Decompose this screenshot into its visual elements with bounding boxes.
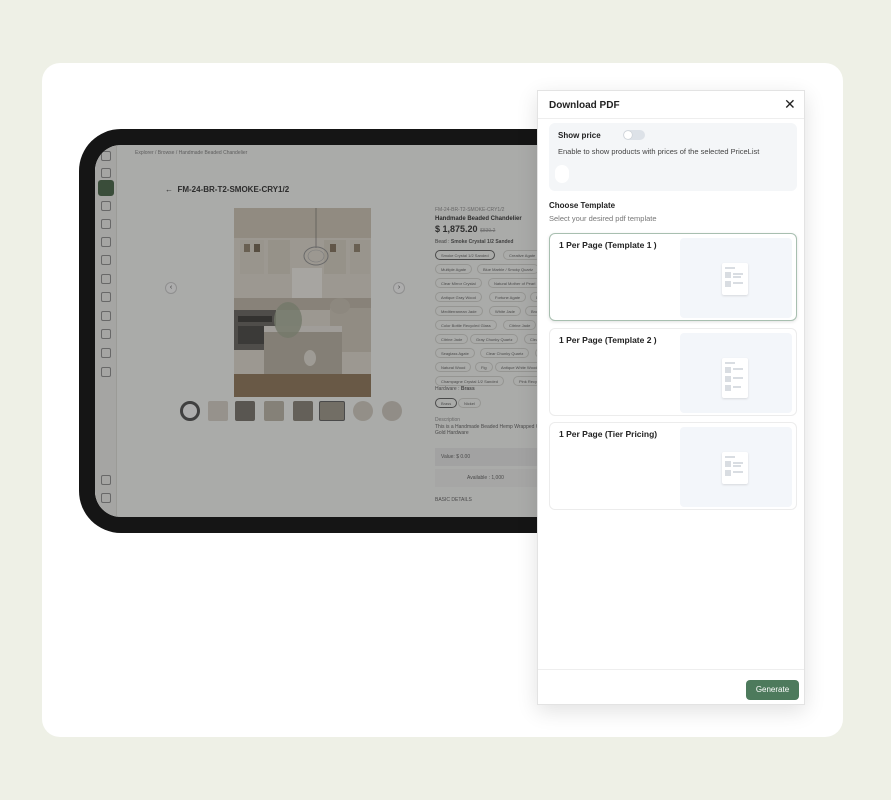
old-price: $839.2 bbox=[480, 228, 496, 234]
hardware-value: Brass bbox=[460, 386, 475, 392]
kitchen-photo bbox=[234, 208, 371, 397]
sidebar-menu-icon bbox=[101, 151, 111, 161]
thumbnail bbox=[180, 401, 200, 421]
bead-chip: Antique Gray Wood bbox=[435, 292, 482, 302]
sidebar-settings-icon bbox=[101, 329, 111, 339]
bead-chip: Citrine Jade bbox=[503, 320, 537, 330]
sidebar-list-icon bbox=[101, 201, 111, 211]
template-name: 1 Per Page (Template 1 ) bbox=[559, 240, 657, 250]
product-code-title: ← FM-24-BR-T2-SMOKE-CRY1/2 bbox=[165, 185, 290, 194]
sidebar-help-icon bbox=[101, 475, 111, 485]
thumbnail bbox=[382, 401, 402, 421]
sidebar-folder-icon bbox=[101, 348, 111, 358]
sidebar-doc-icon bbox=[101, 255, 111, 265]
basic-details-heading: BASIC DETAILS bbox=[435, 497, 472, 503]
footer-divider bbox=[538, 669, 804, 670]
show-price-description: Enable to show products with prices of t… bbox=[558, 147, 760, 156]
bead-chip: Gray Chunky Quartz bbox=[470, 334, 519, 344]
bead-chip: Clear Chunky Quartz bbox=[480, 348, 530, 358]
download-pdf-modal: Download PDF ✕ Show price Enable to show… bbox=[537, 90, 805, 705]
available-label: Available : 1,000 bbox=[467, 475, 504, 481]
choose-template-subtitle: Select your desired pdf template bbox=[549, 214, 657, 223]
show-price-section: Show price Enable to show products with … bbox=[549, 123, 797, 191]
description-label: Description bbox=[435, 417, 461, 423]
bead-chip: Creative Agate bbox=[503, 250, 542, 260]
modal-title: Download PDF bbox=[549, 100, 620, 111]
hardware-label: Hardware : bbox=[435, 386, 460, 392]
bead-chip: Multiple Agate bbox=[435, 264, 473, 274]
app-sidebar bbox=[95, 145, 117, 517]
sidebar-gear-icon bbox=[101, 493, 111, 503]
sidebar-cart-icon bbox=[101, 274, 111, 284]
thumbnail bbox=[293, 401, 313, 421]
page-thumbnail-icon bbox=[722, 263, 748, 295]
close-icon[interactable]: ✕ bbox=[784, 97, 796, 111]
template-preview bbox=[680, 238, 792, 318]
bead-chip: Mediterranean Jade bbox=[435, 306, 483, 316]
template-option-1[interactable]: 1 Per Page (Template 1 ) bbox=[549, 233, 797, 321]
bead-chip: Clear Mirror Crystal bbox=[435, 278, 482, 288]
hardware-row: Hardware : Brass bbox=[435, 386, 475, 392]
template-name: 1 Per Page (Tier Pricing) bbox=[559, 429, 658, 439]
bead-chip: Seaglass Agate bbox=[435, 348, 475, 358]
header-divider bbox=[538, 118, 804, 119]
bead-chip: Citrine Jade bbox=[435, 334, 469, 344]
bead-chip: Smoke Crystal 1/2 Sanded bbox=[435, 250, 495, 260]
sidebar-tag-icon bbox=[101, 311, 111, 321]
toggle-knob bbox=[624, 131, 632, 139]
value-label: Value: $ 0.00 bbox=[441, 454, 471, 460]
bead-chip: Color Bottle Recycled Glass bbox=[435, 320, 497, 330]
thumbnail bbox=[208, 401, 228, 421]
choose-template-title: Choose Template bbox=[549, 201, 616, 210]
sidebar-grid-icon bbox=[101, 367, 111, 377]
template-name: 1 Per Page (Template 2 ) bbox=[559, 335, 657, 345]
template-option-2[interactable]: 1 Per Page (Template 2 ) bbox=[549, 328, 797, 416]
product-photo bbox=[234, 208, 371, 397]
bead-chip: Champagne Crystal 1/2 Sanded bbox=[435, 376, 504, 386]
bead-chip: Fig bbox=[475, 362, 493, 372]
bead-value: Smoke Crystal 1/2 Sanded bbox=[450, 239, 514, 245]
thumbnail bbox=[353, 401, 373, 421]
page-thumbnail-icon bbox=[722, 452, 748, 484]
bead-label: Bead : bbox=[435, 239, 450, 245]
bead-chip: Natural Mother of Pearl bbox=[488, 278, 542, 288]
thumbnail bbox=[264, 401, 284, 421]
hardware-chip: Nickel bbox=[458, 398, 481, 408]
thumbnail bbox=[235, 401, 255, 421]
generate-button[interactable]: Generate bbox=[746, 680, 799, 700]
show-price-toggle[interactable] bbox=[623, 130, 645, 140]
template-preview bbox=[680, 427, 792, 507]
product-code: FM-24-BR-T2-SMOKE-CRY1/2 bbox=[177, 185, 290, 194]
bead-chip: Fortune Agate bbox=[489, 292, 527, 302]
next-image-icon: › bbox=[393, 282, 405, 294]
template-option-3[interactable]: 1 Per Page (Tier Pricing) bbox=[549, 422, 797, 510]
bead-chip: Blue Marble / Smoky Quartz bbox=[477, 264, 540, 274]
pricelist-select[interactable] bbox=[555, 165, 569, 183]
sidebar-catalog-icon bbox=[98, 180, 114, 196]
show-price-label: Show price bbox=[558, 131, 601, 140]
price-value: $ 1,875.20 bbox=[435, 224, 478, 234]
sidebar-shuffle-icon bbox=[101, 219, 111, 229]
bead-chip: Natural Wood bbox=[435, 362, 472, 372]
sidebar-users-icon bbox=[101, 237, 111, 247]
prev-image-icon: ‹ bbox=[165, 282, 177, 294]
page-thumbnail-icon bbox=[722, 358, 748, 398]
bead-chip: White Jade bbox=[489, 306, 522, 316]
sidebar-people-icon bbox=[101, 292, 111, 302]
template-preview bbox=[680, 333, 792, 413]
sidebar-home-icon bbox=[101, 168, 111, 178]
thumbnail bbox=[319, 401, 345, 421]
breadcrumb: Explorer / Browse / Handmade Beaded Chan… bbox=[135, 150, 248, 156]
hardware-chip: Brass bbox=[435, 398, 458, 408]
